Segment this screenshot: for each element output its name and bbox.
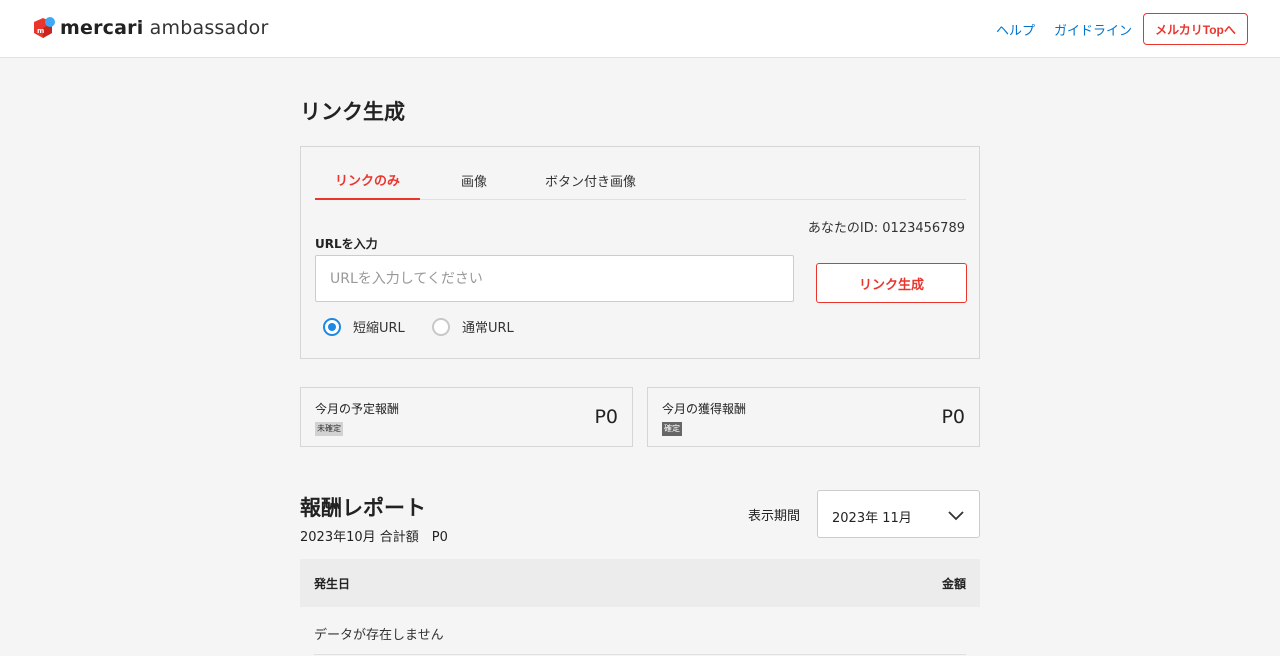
scheduled-reward-card: 今月の予定報酬 未確定 P0 — [300, 387, 633, 447]
earned-reward-value: P0 — [941, 406, 965, 428]
mercari-top-button[interactable]: メルカリTopへ — [1143, 13, 1248, 45]
generate-link-button[interactable]: リンク生成 — [816, 263, 967, 303]
radio-short-url-label: 短縮URL — [353, 321, 405, 336]
column-header-date: 発生日 — [314, 577, 351, 591]
column-header-amount: 金額 — [941, 577, 966, 591]
url-input[interactable] — [315, 255, 794, 302]
user-id-text: あなたのID: 0123456789 — [807, 221, 965, 236]
report-table-header: 発生日 金額 — [300, 559, 980, 607]
logo-text-bold: mercari — [60, 17, 144, 39]
tab-link-only[interactable]: リンクのみ — [315, 161, 420, 200]
report-title: 報酬レポート — [300, 496, 426, 520]
period-select-value: 2023年 11月 — [832, 511, 912, 526]
radio-short-url[interactable]: 短縮URL — [323, 317, 405, 336]
earned-reward-card: 今月の獲得報酬 確定 P0 — [647, 387, 980, 447]
radio-short-url-indicator[interactable] — [323, 317, 341, 336]
tab-image[interactable]: 画像 — [420, 161, 528, 200]
radio-normal-url-indicator[interactable] — [432, 317, 450, 336]
tab-button-image[interactable]: ボタン付き画像 — [528, 161, 653, 200]
chevron-down-icon — [947, 507, 965, 521]
table-row-divider — [314, 654, 966, 655]
logo-text-light: ambassador — [149, 17, 269, 39]
nav-help-link[interactable]: ヘルプ — [996, 20, 1035, 39]
radio-normal-url[interactable]: 通常URL — [432, 317, 514, 336]
logo-text: mercari ambassador — [60, 17, 268, 39]
confirmed-badge: 確定 — [662, 422, 682, 436]
empty-table-message: データが存在しません — [314, 628, 444, 643]
period-label: 表示期間 — [748, 509, 801, 524]
mercari-ambassador-logo[interactable]: m mercari ambassador — [32, 16, 268, 40]
earned-reward-label: 今月の獲得報酬 — [662, 402, 747, 416]
mercari-logo-icon: m — [32, 16, 56, 40]
unconfirmed-badge: 未確定 — [315, 422, 343, 436]
nav-guideline-link[interactable]: ガイドライン — [1054, 20, 1132, 39]
link-type-tabs: リンクのみ 画像 ボタン付き画像 — [315, 161, 966, 200]
svg-text:m: m — [37, 27, 44, 35]
scheduled-reward-value: P0 — [594, 406, 618, 428]
page-title: リンク生成 — [300, 100, 405, 124]
scheduled-reward-label: 今月の予定報酬 — [315, 402, 400, 416]
header: m mercari ambassador ヘルプ ガイドライン メルカリTopへ — [0, 0, 1280, 58]
url-input-label: URLを入力 — [315, 237, 378, 251]
link-generation-panel: リンクのみ 画像 ボタン付き画像 あなたのID: 0123456789 URLを… — [300, 146, 980, 359]
period-select[interactable]: 2023年 11月 — [817, 490, 980, 538]
radio-normal-url-label: 通常URL — [462, 321, 514, 336]
report-summary: 2023年10月 合計額 P0 — [300, 530, 448, 545]
